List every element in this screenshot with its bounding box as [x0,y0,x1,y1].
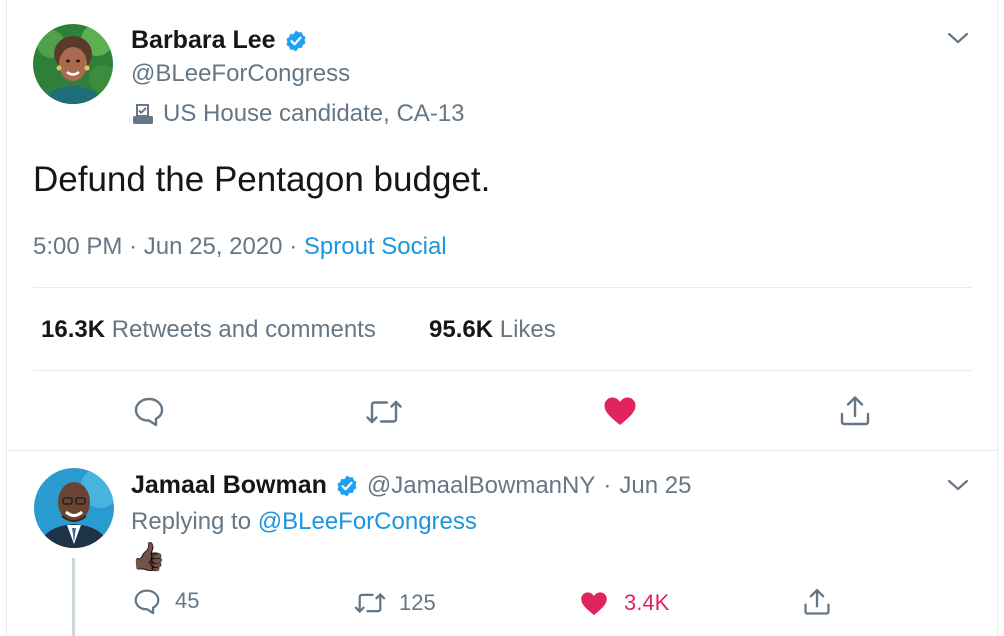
reply-count: 45 [175,588,200,613]
reply-reply-button[interactable]: 45 [133,588,199,614]
reply-date[interactable]: Jun 25 [619,472,691,500]
retweets-stat[interactable]: 16.3K Retweets and comments [41,316,376,344]
tweet-timestamp-row: 5:00 PM · Jun 25, 2020 · Sprout Social [33,233,447,261]
tweet-text: Defund the Pentagon budget. [33,160,491,199]
reply-retweet-button[interactable]: 125 [353,590,436,616]
share-upload-icon [838,394,872,428]
tweet-source-link[interactable]: Sprout Social [304,233,447,260]
like-button[interactable] [603,396,637,426]
heart-icon [580,591,608,616]
retweet-button[interactable] [365,398,403,426]
replying-to-label: Replying to [131,508,252,535]
account-label-text: US House candidate, CA-13 [163,100,465,127]
divider [6,450,998,451]
thread-connector-line [72,558,75,636]
reply-like-button[interactable]: 3.4K [580,590,669,616]
likes-count: 95.6K [429,316,494,343]
retweet-arrows-icon [365,398,403,426]
tweet-time[interactable]: 5:00 PM [33,233,122,260]
likes-stat[interactable]: 95.6K Likes [429,316,556,344]
speech-bubble-icon [133,396,165,426]
separator-dot: · [603,471,612,499]
ballot-box-icon [131,102,155,126]
tweet-date[interactable]: Jun 25, 2020 [144,233,283,260]
speech-bubble-icon [133,588,161,614]
reply-retweet-count: 125 [399,590,436,615]
reply-share-button[interactable] [802,587,832,617]
retweet-arrows-icon [353,591,387,615]
author-handle[interactable]: @BLeeForCongress [131,60,350,88]
heart-icon [603,396,637,426]
share-button[interactable] [838,394,872,428]
barbara-lee-avatar[interactable] [33,24,113,104]
reply-author-handle[interactable]: @JamaalBowmanNY [367,472,595,500]
verified-badge-icon [335,474,359,498]
replying-to-row: Replying to @BLeeForCongress [131,508,477,536]
author-name[interactable]: Barbara Lee [131,26,276,55]
reply-header-row: Jamaal Bowman @JamaalBowmanNY · Jun 25 [131,471,691,500]
reply-like-count: 3.4K [624,590,670,615]
reply-text: 👍🏿 [131,541,166,572]
account-label: US House candidate, CA-13 [131,100,465,128]
retweets-count: 16.3K [41,316,106,343]
separator-dot: · [289,233,298,260]
likes-label: Likes [499,316,556,343]
author-name-row[interactable]: Barbara Lee [131,26,308,55]
share-upload-icon [802,587,832,617]
separator-dot: · [129,233,138,260]
reply-author-name[interactable]: Jamaal Bowman [131,471,327,500]
verified-badge-icon [284,29,308,53]
tweet-menu-chevron-down-icon[interactable] [946,30,970,46]
jamaal-bowman-avatar[interactable] [34,468,114,548]
divider [33,287,972,288]
retweets-label: Retweets and comments [111,316,376,343]
reply-menu-chevron-down-icon[interactable] [946,477,970,493]
divider [33,370,972,371]
replying-to-handle-link[interactable]: @BLeeForCongress [258,508,477,535]
reply-button[interactable] [133,396,165,426]
